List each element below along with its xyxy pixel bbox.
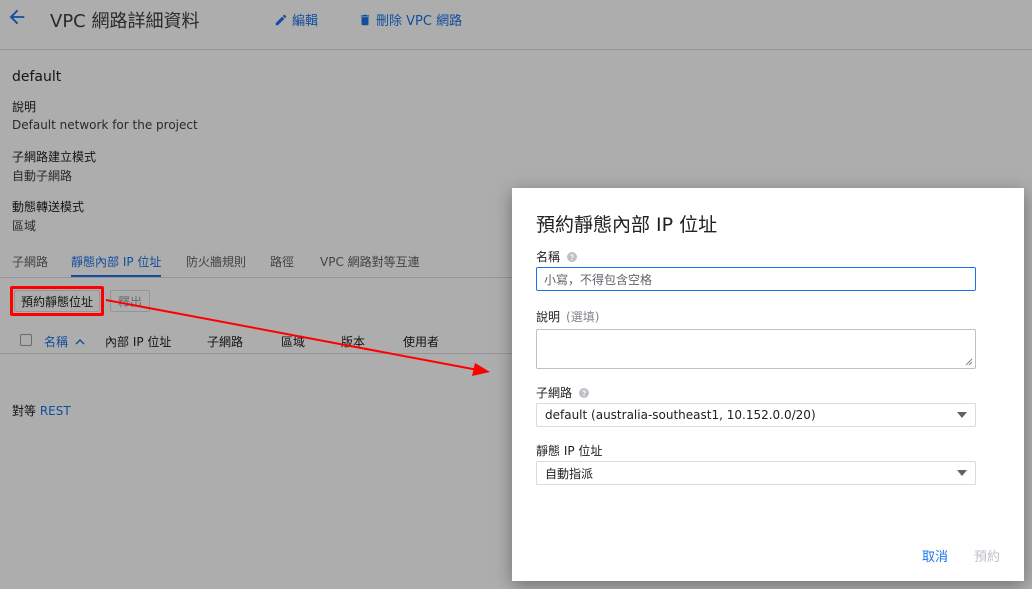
reserve-button[interactable]: 預約	[974, 546, 1000, 565]
caret-down-icon	[957, 412, 967, 418]
name-label-text: 名稱	[536, 250, 561, 264]
static-ip-field-label: 靜態 IP 位址	[536, 442, 602, 459]
subnet-field-label: 子網路	[536, 384, 590, 401]
cancel-button[interactable]: 取消	[922, 546, 948, 565]
help-circle-icon[interactable]	[566, 251, 578, 263]
annotation-highlight-box	[10, 286, 104, 316]
subnet-label-text: 子網路	[536, 386, 573, 400]
name-input[interactable]: 小寫，不得包含空格	[536, 267, 976, 291]
help-circle-icon[interactable]	[578, 387, 590, 399]
static-ip-select[interactable]: 自動指派	[536, 461, 976, 485]
resize-grip-icon[interactable]	[965, 358, 973, 366]
description-field-label: 說明 (選填)	[536, 308, 599, 325]
static-ip-label-text: 靜態 IP 位址	[536, 444, 603, 458]
subnet-select-value: default (australia-southeast1, 10.152.0.…	[545, 408, 816, 422]
description-textarea[interactable]	[536, 329, 976, 369]
optional-hint: (選填)	[566, 310, 600, 324]
subnet-select[interactable]: default (australia-southeast1, 10.152.0.…	[536, 403, 976, 427]
reserve-static-ip-dialog: 預約靜態內部 IP 位址 名稱 小寫，不得包含空格 說明 (選填) 子網路 de…	[512, 188, 1024, 581]
caret-down-icon	[957, 470, 967, 476]
description-label-text: 說明	[536, 310, 561, 324]
static-ip-select-value: 自動指派	[545, 466, 594, 481]
dialog-title: 預約靜態內部 IP 位址	[536, 214, 718, 236]
name-field-label: 名稱	[536, 248, 578, 265]
